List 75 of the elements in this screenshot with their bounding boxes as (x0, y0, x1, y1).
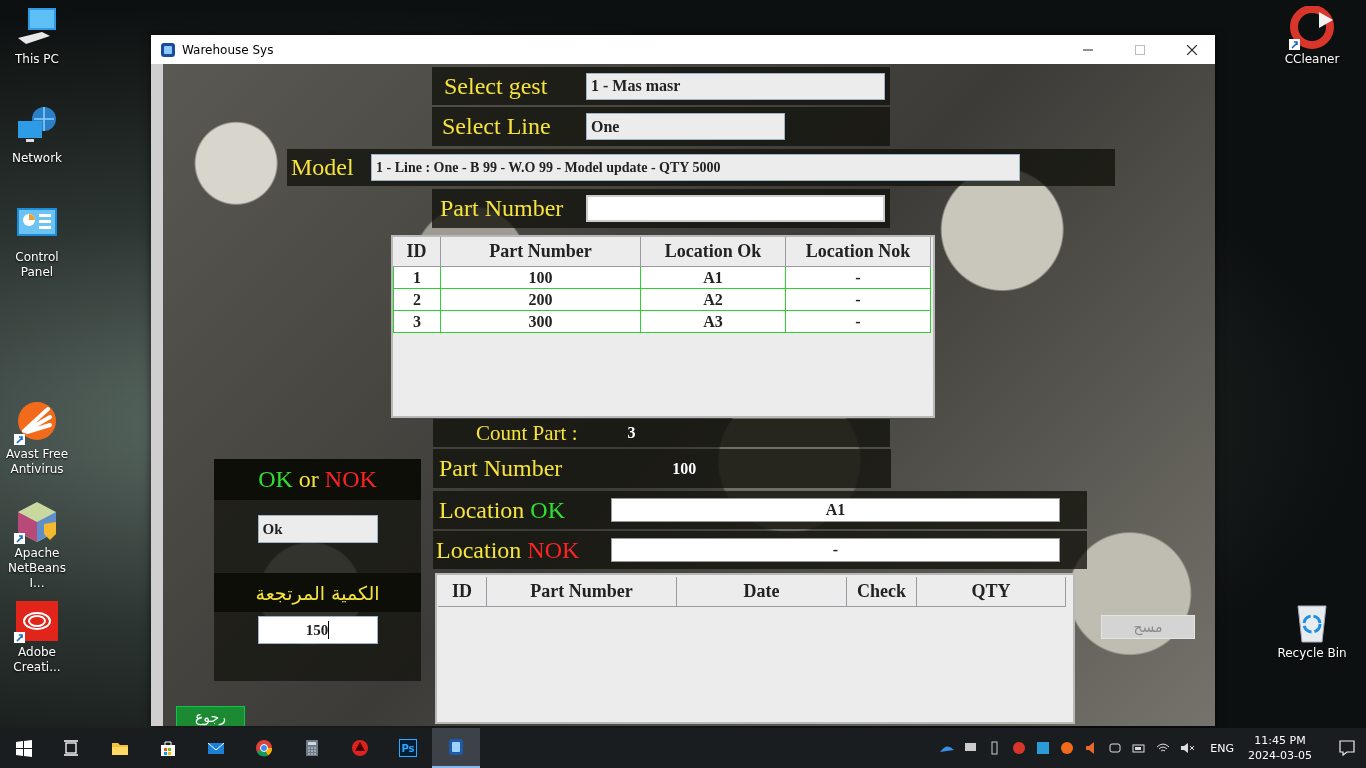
column-header[interactable]: Part Number (441, 237, 641, 267)
input-field[interactable]: 150 (257, 616, 378, 644)
table-cell: - (786, 311, 931, 333)
table-cell: 200 (441, 289, 641, 311)
input-field[interactable]: 1 - Line : One - B 99 - W.O 99 - Model update - QTY 5000 (371, 154, 1020, 181)
field-label: Model (291, 154, 354, 181)
column-header[interactable]: Location Ok (641, 237, 786, 267)
input-field[interactable] (586, 195, 885, 222)
table-cell: 1 (393, 267, 441, 289)
field-label: OK or NOK (258, 466, 377, 493)
desktop-icon-label[interactable]: CCleaner (1284, 52, 1340, 67)
clock-time[interactable]: 11:45 PM (1254, 733, 1306, 748)
input-field[interactable]: A1 (611, 498, 1060, 522)
field-label: Location OK (439, 496, 565, 524)
taskbar-button[interactable] (432, 728, 480, 768)
column-header[interactable]: Part Number (487, 577, 677, 607)
column-header[interactable]: Date (677, 577, 847, 607)
shortcut-arrow-icon (14, 632, 25, 643)
column-header[interactable]: ID (438, 577, 487, 607)
field-label: الكمية المرتجعة (255, 581, 380, 604)
desktop-icon-label[interactable]: Control Panel (0, 250, 74, 280)
mute-icon[interactable] (1179, 740, 1196, 756)
language-indicator[interactable]: ENG (1210, 741, 1235, 755)
field-label: Part Number (440, 195, 564, 222)
creative-cloud-icon (14, 599, 60, 643)
desktop-icon-label[interactable]: Network (11, 151, 63, 166)
desktop-icon-label[interactable]: This PC (15, 52, 59, 67)
desktop-icon-label[interactable]: Recycle Bin (1277, 646, 1347, 661)
column-header[interactable]: QTY (917, 577, 1066, 607)
column-header[interactable]: Location Nok (786, 237, 931, 267)
shortcut-arrow-icon (14, 533, 25, 544)
field-label: Location NOK (436, 536, 580, 564)
table-cell: 2 (393, 289, 441, 311)
input-field[interactable]: 1 - Mas masr (586, 72, 885, 100)
window-title: Warehouse Sys (182, 42, 274, 57)
desktop-icon[interactable] (14, 599, 60, 643)
back-button[interactable]: رجوع (176, 706, 245, 726)
input-field[interactable]: Ok (257, 515, 378, 543)
table-cell: 100 (441, 267, 641, 289)
table-cell: A3 (641, 311, 786, 333)
table-cell: 300 (441, 311, 641, 333)
browser-icon (255, 739, 273, 757)
field-label: Select gest (444, 72, 548, 100)
desktop-icon-label[interactable]: Avast Free Antivirus (0, 447, 74, 477)
part-number-value: 100 (672, 459, 697, 478)
table-cell: 3 (393, 311, 441, 333)
field-label: Part Number (439, 455, 563, 482)
desktop-icon-label[interactable]: Apache NetBeans I... (0, 546, 74, 591)
store-icon (159, 739, 177, 757)
table-cell: A1 (641, 267, 786, 289)
desktop-icon-label[interactable]: Adobe Creati... (0, 645, 74, 675)
task-view-icon (63, 739, 81, 757)
input-field[interactable]: One (586, 113, 785, 140)
taskbar-button[interactable]: Ps (384, 728, 432, 768)
clock-date[interactable]: 2024-03-05 (1248, 748, 1312, 763)
app-icon (160, 41, 176, 58)
triangle-logo-icon (351, 739, 369, 757)
windows-icon (15, 739, 33, 757)
table-cell: - (786, 267, 931, 289)
column-header[interactable]: Check (847, 577, 917, 607)
app-icon (447, 738, 465, 756)
column-header[interactable]: ID (393, 237, 441, 267)
shortcut-arrow-icon (14, 434, 25, 445)
notification-icon[interactable] (1338, 739, 1356, 757)
table-cell: - (786, 289, 931, 311)
count-value: 3 (627, 424, 636, 442)
field-label: Select Line (442, 113, 551, 140)
calculator-icon (303, 739, 321, 757)
close-icon[interactable] (1187, 44, 1197, 55)
camera-icon[interactable] (1107, 740, 1124, 756)
shortcut-arrow-icon (1289, 39, 1300, 50)
table-cell: A2 (641, 289, 786, 311)
field-label: Count Part : (476, 420, 578, 446)
input-field[interactable]: - (611, 538, 1060, 562)
app-tray-icon[interactable] (1035, 740, 1052, 756)
